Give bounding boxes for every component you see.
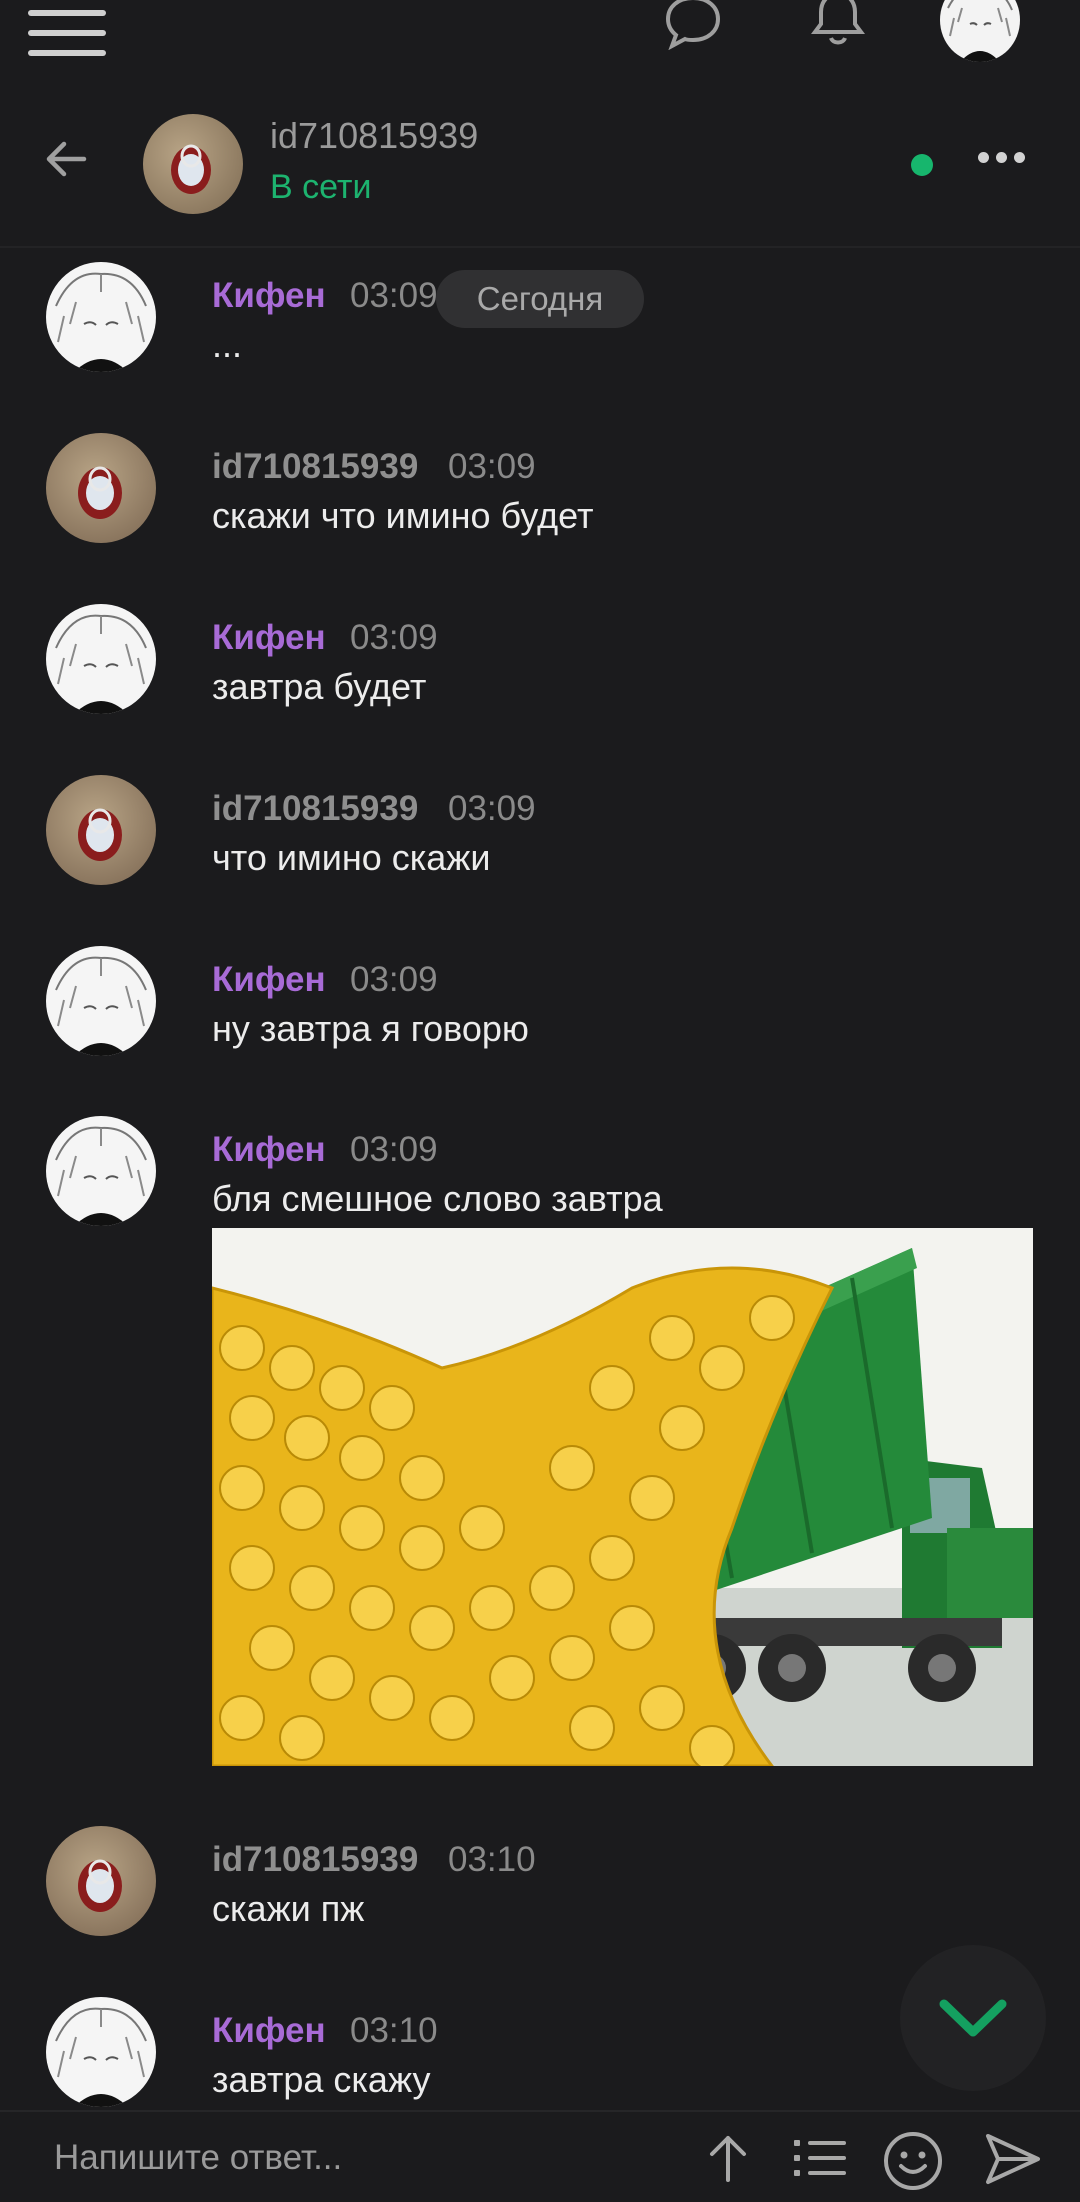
kifen-avatar[interactable] <box>46 604 156 714</box>
message-item: id710815939 03:09 что имино скажи <box>0 775 1080 895</box>
message-time: 03:09 <box>350 618 438 657</box>
list-icon[interactable] <box>790 2130 850 2186</box>
chat-header: id710815939 В сети <box>0 90 1080 248</box>
message-text: что имино скажи <box>212 837 491 878</box>
date-divider: Сегодня <box>436 270 644 328</box>
meme-image[interactable] <box>212 1228 1033 1766</box>
chevron-down-icon <box>939 1999 1007 2037</box>
message-time: 03:09 <box>350 1130 438 1169</box>
send-icon[interactable] <box>984 2130 1042 2188</box>
message-text: скажи пж <box>212 1888 365 1929</box>
arrow-up-icon[interactable] <box>700 2130 756 2186</box>
message-composer: Напишите ответ... <box>0 2110 1080 2202</box>
kifen-avatar[interactable] <box>46 1997 156 2107</box>
hamburger-icon[interactable] <box>28 10 106 56</box>
message-list[interactable]: Кифен 03:09 ... Сегодня id710815939 03:0… <box>0 250 1080 2110</box>
message-author[interactable]: Кифен <box>212 276 326 316</box>
kifen-avatar[interactable] <box>46 262 156 372</box>
message-text: завтра скажу <box>212 2059 431 2100</box>
contact-avatar[interactable] <box>46 775 156 885</box>
message-author[interactable]: Кифен <box>212 2011 326 2051</box>
kifen-avatar[interactable] <box>46 946 156 1056</box>
message-time: 03:10 <box>350 2011 438 2050</box>
message-time: 03:09 <box>448 447 536 486</box>
message-time: 03:09 <box>448 789 536 828</box>
arrow-left-icon[interactable] <box>40 132 94 186</box>
emoji-icon[interactable] <box>882 2130 944 2192</box>
online-status: В сети <box>270 168 372 206</box>
more-horizontal-icon[interactable] <box>978 150 1034 178</box>
contact-avatar[interactable] <box>46 1826 156 1936</box>
message-author[interactable]: Кифен <box>212 960 326 1000</box>
message-author[interactable]: id710815939 <box>212 789 418 829</box>
message-item: id710815939 03:10 скажи пж <box>0 1826 1080 1946</box>
message-author[interactable]: Кифен <box>212 1130 326 1170</box>
contact-avatar[interactable] <box>46 433 156 543</box>
message-text: ... <box>212 324 243 365</box>
bell-icon[interactable] <box>810 0 866 50</box>
kifen-avatar[interactable] <box>46 1116 156 1226</box>
message-item: Кифен 03:09 завтра будет <box>0 604 1080 724</box>
message-time: 03:09 <box>350 276 438 315</box>
message-author[interactable]: Кифен <box>212 618 326 658</box>
message-text: бля смешное слово завтра <box>212 1178 663 1219</box>
reply-input[interactable]: Напишите ответ... <box>54 2138 342 2178</box>
message-item: Кифен 03:09 бля смешное слово завтра <box>0 1116 1080 1246</box>
message-text: ну завтра я говорю <box>212 1008 529 1049</box>
chat-screen: id710815939 В сети Кифен 03:09 ... Сегод… <box>0 0 1080 2202</box>
message-text: скажи что имино будет <box>212 495 594 536</box>
top-app-bar <box>0 0 1080 80</box>
online-indicator <box>911 154 933 176</box>
contact-name[interactable]: id710815939 <box>270 115 478 157</box>
message-time: 03:10 <box>448 1840 536 1879</box>
message-time: 03:09 <box>350 960 438 999</box>
user-avatar[interactable] <box>940 0 1020 62</box>
message-text: завтра будет <box>212 666 427 707</box>
chat-bubble-icon[interactable] <box>664 0 722 50</box>
message-author[interactable]: id710815939 <box>212 447 418 487</box>
message-author[interactable]: id710815939 <box>212 1840 418 1880</box>
scroll-to-bottom-button[interactable] <box>900 1945 1046 2091</box>
message-item: id710815939 03:09 скажи что имино будет <box>0 433 1080 553</box>
contact-avatar[interactable] <box>143 114 243 214</box>
message-item: Кифен 03:09 ну завтра я говорю <box>0 946 1080 1066</box>
